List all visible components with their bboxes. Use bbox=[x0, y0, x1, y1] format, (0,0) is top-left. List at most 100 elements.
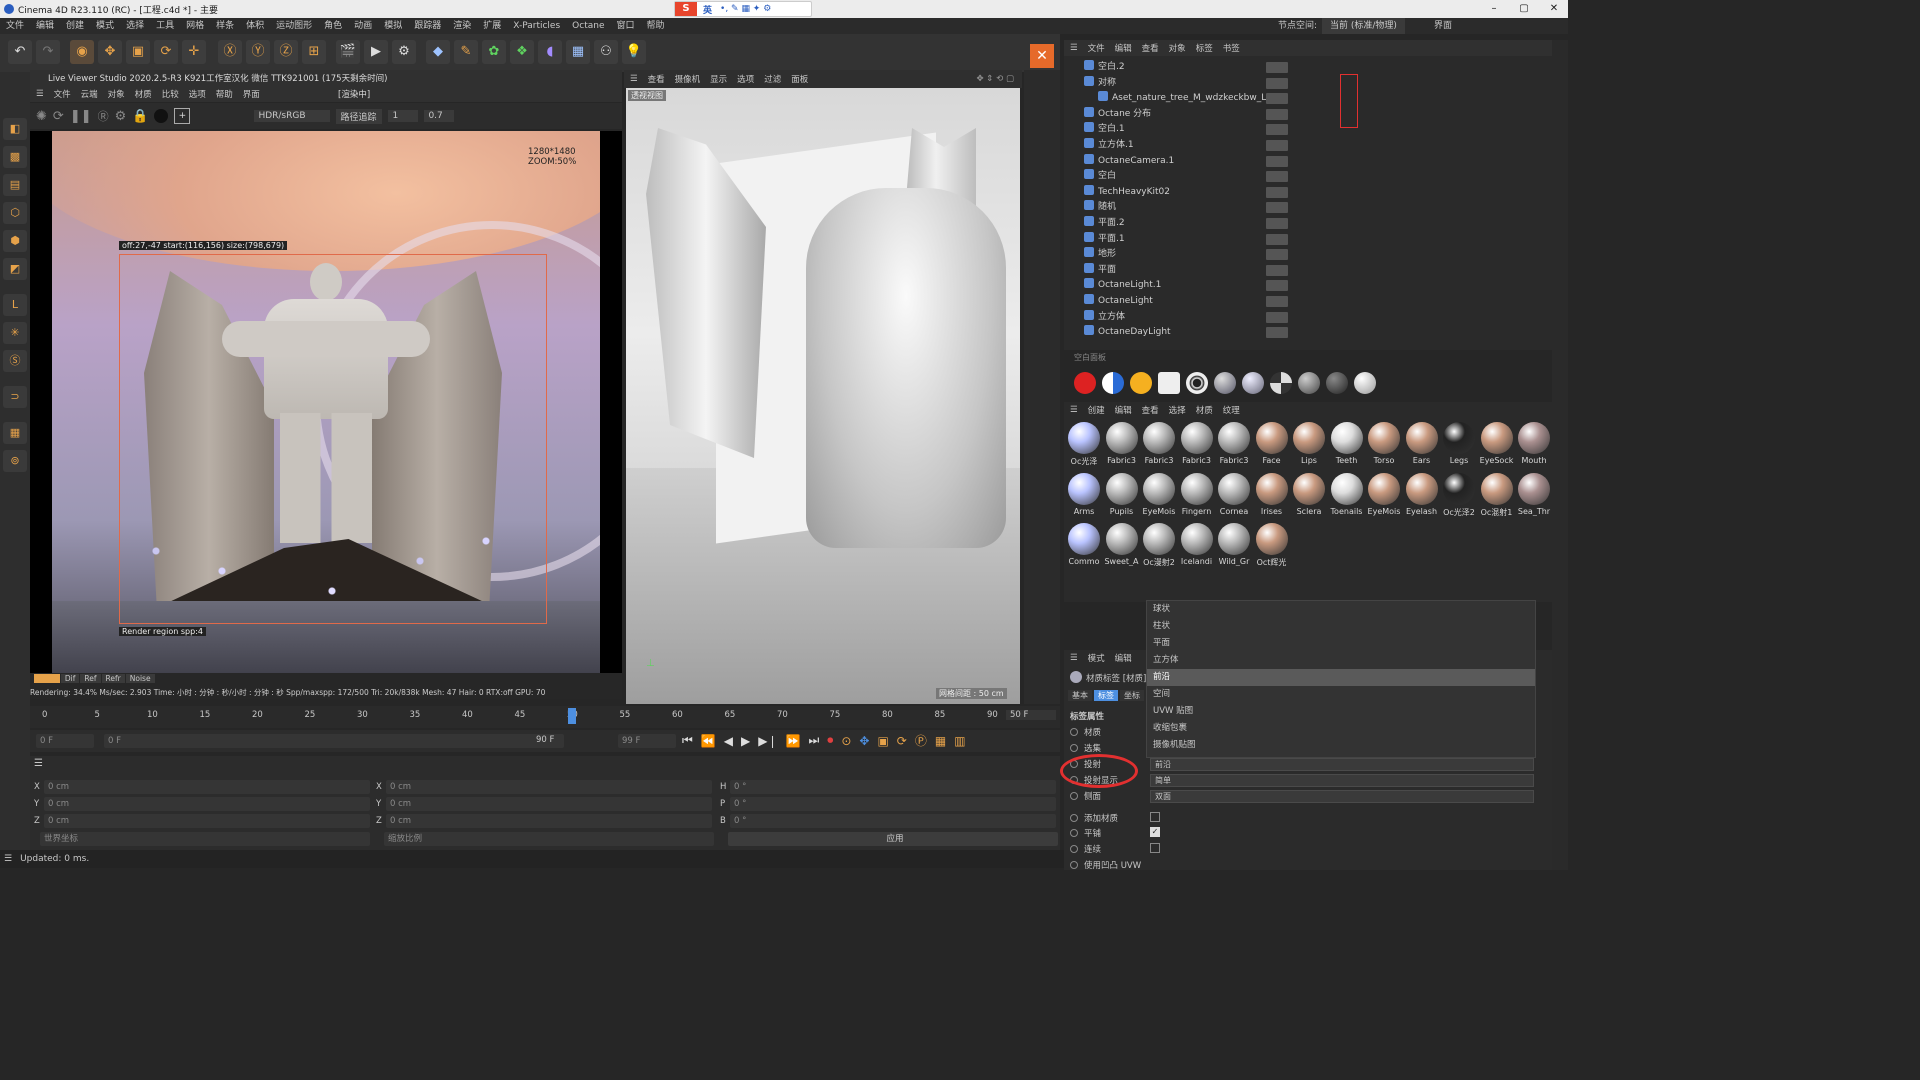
max-frame-field[interactable]: 99 F bbox=[618, 734, 676, 748]
octane-metal-icon[interactable] bbox=[1326, 372, 1348, 394]
visibility-flags[interactable] bbox=[1266, 93, 1288, 105]
animate-radio[interactable] bbox=[1070, 861, 1078, 869]
tile-checkbox[interactable]: ✓ bbox=[1150, 827, 1160, 837]
restart-render-icon[interactable]: ⟳ bbox=[53, 109, 64, 124]
animate-radio[interactable] bbox=[1070, 829, 1078, 837]
viewport-menu-icon[interactable]: ☰ bbox=[630, 74, 638, 84]
polygons-mode-icon[interactable]: ◩ bbox=[3, 258, 27, 280]
menu-spline[interactable]: 样条 bbox=[210, 18, 240, 34]
position-y-field[interactable]: 0 cm bbox=[44, 797, 370, 811]
vp-menu-panel[interactable]: 面板 bbox=[791, 73, 808, 85]
menu-file[interactable]: 文件 bbox=[0, 18, 30, 34]
coordinate-mode-dropdown[interactable]: 世界坐标 bbox=[40, 832, 370, 846]
object-row[interactable]: 平面 bbox=[1068, 262, 1538, 278]
visibility-flags[interactable] bbox=[1266, 62, 1288, 73]
light-icon[interactable]: 💡 bbox=[622, 40, 646, 64]
record-icon[interactable]: ⏺ bbox=[827, 733, 833, 748]
prev-frame-icon[interactable]: ◀ bbox=[724, 734, 733, 748]
projection-option[interactable]: 立方体 bbox=[1147, 652, 1535, 669]
send-scene-icon[interactable]: ✺ bbox=[36, 109, 47, 124]
key-pla-icon[interactable]: ▦ bbox=[935, 734, 946, 748]
tab-basic[interactable]: 基本 bbox=[1068, 690, 1092, 701]
key-param-icon[interactable]: Ⓟ bbox=[915, 732, 927, 749]
menu-window[interactable]: 窗口 bbox=[611, 18, 641, 34]
timeline[interactable]: 051015202530354045505560657075808590 50 … bbox=[30, 706, 1060, 728]
object-row[interactable]: 地形 bbox=[1068, 247, 1538, 262]
visibility-flags[interactable] bbox=[1266, 218, 1288, 229]
tab-dif[interactable]: Dif bbox=[60, 674, 80, 683]
x-axis-icon[interactable]: Ⓧ bbox=[218, 40, 242, 64]
ime-toolbar[interactable]: S 英 •, ✎ ▦ ✦ ⚙ bbox=[674, 1, 812, 17]
lv-menu-interface[interactable]: 界面 bbox=[243, 88, 260, 100]
menu-create[interactable]: 创建 bbox=[60, 18, 90, 34]
projection-option[interactable]: 柱状 bbox=[1147, 618, 1535, 635]
object-row[interactable]: OctaneLight bbox=[1068, 294, 1538, 309]
object-row[interactable]: 空白.1 bbox=[1068, 122, 1538, 137]
projection-option[interactable]: 空间 bbox=[1147, 686, 1535, 703]
move-tool-icon[interactable]: ✥ bbox=[98, 40, 122, 64]
timeline-end-field[interactable]: 50 F bbox=[1006, 710, 1056, 720]
menu-simulate[interactable]: 模拟 bbox=[378, 18, 408, 34]
animate-radio[interactable] bbox=[1070, 744, 1078, 752]
pen-icon[interactable]: ✎ bbox=[454, 40, 478, 64]
om-menu-edit[interactable]: 编辑 bbox=[1115, 42, 1132, 54]
object-row[interactable]: 空白.2 bbox=[1068, 60, 1538, 75]
visibility-flags[interactable] bbox=[1266, 296, 1288, 307]
menu-octane[interactable]: Octane bbox=[566, 18, 610, 34]
vp-menu-options[interactable]: 选项 bbox=[737, 73, 754, 85]
lv-menu-objects[interactable]: 对象 bbox=[108, 88, 125, 100]
mm-menu-material[interactable]: 材质 bbox=[1196, 404, 1213, 416]
tab-coordinates[interactable]: 坐标 bbox=[1120, 690, 1144, 701]
visibility-flags[interactable] bbox=[1266, 155, 1288, 167]
projection-option[interactable]: 收缩包裹 bbox=[1147, 720, 1535, 737]
seamless-checkbox[interactable] bbox=[1150, 843, 1160, 853]
edges-mode-icon[interactable]: ⬢ bbox=[3, 230, 27, 252]
visibility-flags[interactable] bbox=[1266, 249, 1288, 261]
tab-tag[interactable]: 标签 bbox=[1094, 690, 1118, 701]
coords-menu-icon[interactable]: ☰ bbox=[34, 758, 43, 769]
size-x-field[interactable]: 0 cm bbox=[386, 780, 712, 794]
lv-menu-cloud[interactable]: 云端 bbox=[81, 88, 98, 100]
side-dropdown[interactable]: 双面 bbox=[1150, 790, 1534, 803]
material-swatch[interactable]: Fabric3 bbox=[1104, 422, 1140, 465]
octane-env-icon[interactable] bbox=[1102, 372, 1124, 394]
floor-icon[interactable]: ▦ bbox=[566, 40, 590, 64]
mm-menu-edit[interactable]: 编辑 bbox=[1115, 404, 1132, 416]
animate-radio[interactable] bbox=[1070, 792, 1078, 800]
select-tool-icon[interactable]: ◉ bbox=[70, 40, 94, 64]
menu-xparticles[interactable]: X-Particles bbox=[507, 18, 566, 34]
texture-mode-icon[interactable]: ▩ bbox=[3, 146, 27, 168]
tab-refr[interactable]: Refr bbox=[101, 674, 125, 683]
object-row[interactable]: 对称 bbox=[1068, 75, 1538, 91]
menu-mode[interactable]: 模式 bbox=[90, 18, 120, 34]
menu-edit[interactable]: 编辑 bbox=[30, 18, 60, 34]
material-swatch[interactable]: Oc漫射2 bbox=[1141, 523, 1177, 568]
y-axis-icon[interactable]: Ⓨ bbox=[246, 40, 270, 64]
points-mode-icon[interactable]: ⬡ bbox=[3, 202, 27, 224]
octane-universal-icon[interactable] bbox=[1354, 372, 1376, 394]
material-swatch[interactable]: Sclera bbox=[1291, 472, 1327, 516]
octane-diffuse-icon[interactable] bbox=[1214, 372, 1236, 394]
vp-menu-view[interactable]: 查看 bbox=[648, 73, 665, 85]
visibility-flags[interactable] bbox=[1266, 77, 1288, 89]
snap-icon[interactable]: Ⓢ bbox=[3, 350, 27, 372]
material-swatch[interactable]: Irises bbox=[1254, 472, 1290, 516]
apply-button[interactable]: 应用 bbox=[728, 832, 1058, 846]
visibility-flags[interactable] bbox=[1266, 186, 1288, 198]
render-region-box[interactable] bbox=[119, 254, 547, 624]
object-row[interactable]: 立方体.1 bbox=[1068, 138, 1538, 153]
make-editable-icon[interactable]: ◧ bbox=[3, 118, 27, 140]
am-menu-mode[interactable]: 模式 bbox=[1088, 652, 1105, 664]
lv-menu-help[interactable]: 帮助 bbox=[216, 88, 233, 100]
layout-mode-dropdown[interactable]: 当前 (标准/物理) bbox=[1322, 18, 1405, 34]
tab-main[interactable]: Main bbox=[34, 674, 60, 683]
close-viewer-icon[interactable]: ✕ bbox=[1030, 44, 1054, 68]
rotation-h-field[interactable]: 0 ° bbox=[730, 780, 1056, 794]
render-view-icon[interactable]: 🎬 bbox=[336, 40, 360, 64]
menu-icon[interactable]: ☰ bbox=[36, 89, 44, 99]
viewport-nav-icons[interactable]: ✥ ⇕ ⟲ ▢ bbox=[976, 74, 1014, 84]
projection-option[interactable]: 摄像机贴图 bbox=[1147, 737, 1535, 754]
material-swatch[interactable]: Arms bbox=[1066, 472, 1102, 516]
prev-key-icon[interactable]: ⏪ bbox=[701, 734, 716, 748]
object-row[interactable]: OctaneCamera.1 bbox=[1068, 153, 1538, 169]
